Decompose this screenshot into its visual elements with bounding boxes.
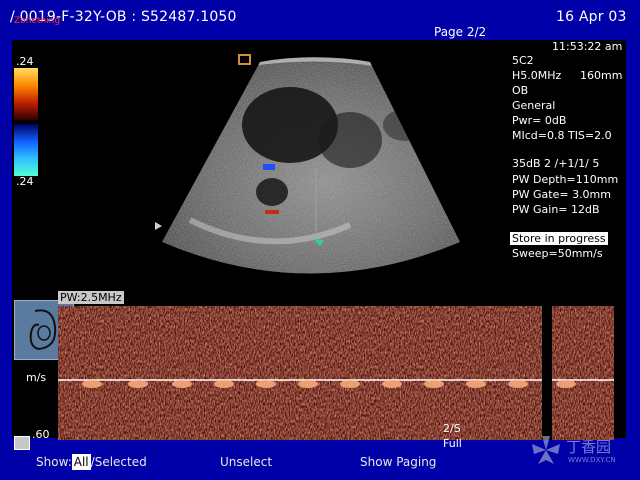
depth-cursor-marker bbox=[155, 222, 162, 230]
show-all-selected-button[interactable]: Show: All/Selected bbox=[36, 454, 147, 470]
color-scale-red bbox=[14, 68, 38, 120]
param-preset: General bbox=[512, 99, 556, 112]
doppler-spectrum bbox=[58, 306, 614, 440]
bmode-sector-image bbox=[162, 57, 460, 274]
color-scale-top: .24 bbox=[16, 55, 34, 68]
param-pw-gain: PW Gain= 12dB bbox=[512, 203, 600, 216]
param-probe: 5C2 bbox=[512, 54, 534, 67]
show-all-key[interactable]: All bbox=[71, 454, 91, 470]
exam-time: 11:53:22 am bbox=[552, 40, 623, 53]
color-scale-blue bbox=[14, 124, 38, 176]
param-depth: 160mm bbox=[580, 69, 623, 82]
param-power: Pwr= 0dB bbox=[512, 114, 567, 127]
focal-zone-marker bbox=[238, 54, 251, 65]
show-selected: /Selected bbox=[90, 455, 147, 469]
exam-date: 16 Apr 03 bbox=[556, 9, 627, 25]
store-status: Store in progress bbox=[510, 232, 608, 245]
watermark-url: WWW.DXY.CN bbox=[568, 456, 616, 464]
ultrasound-screen: / 0019-F-32Y-OB : S52487.1050 Zonething … bbox=[0, 0, 640, 480]
show-paging-button[interactable]: Show Paging bbox=[360, 455, 436, 469]
pw-frequency-label: PW:2.5MHz bbox=[58, 291, 124, 304]
color-scale-bottom: .24 bbox=[16, 175, 34, 188]
param-pw-gate: PW Gate= 3.0mm bbox=[512, 188, 611, 201]
watermark-logo bbox=[532, 436, 560, 464]
doppler-unit: m/s bbox=[26, 371, 47, 384]
param-mi-tis: MIcd=0.8 TIS=2.0 bbox=[512, 129, 612, 142]
doppler-scale-bottom: .60 bbox=[32, 428, 50, 441]
param-exam: OB bbox=[512, 84, 529, 97]
show-prefix: Show: bbox=[36, 455, 72, 469]
page-indicator: Page 2/2 bbox=[434, 25, 487, 39]
unselect-button[interactable]: Unselect bbox=[220, 455, 272, 469]
param-freq: H5.0MHz bbox=[512, 69, 562, 82]
sweep-speed: 2/S bbox=[443, 422, 461, 435]
param-sweep: Sweep=50mm/s bbox=[512, 247, 603, 260]
param-db: 35dB 2 /+1/1/ 5 bbox=[512, 157, 600, 170]
watermark-text: 丁香园 bbox=[566, 438, 612, 456]
param-pw-depth: PW Depth=110mm bbox=[512, 173, 619, 186]
display-mode: Full bbox=[443, 437, 462, 450]
fold-icon[interactable] bbox=[14, 436, 30, 450]
scanner-tag: Zonething bbox=[14, 16, 61, 26]
